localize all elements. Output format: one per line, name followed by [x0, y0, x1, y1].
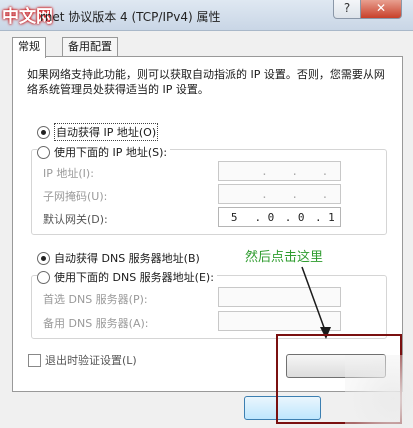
- window-title: rnet 协议版本 4 (TCP/IPv4) 属性: [40, 10, 221, 24]
- annotation-text: 然后点击这里: [245, 250, 324, 265]
- watermark-blur: [345, 355, 413, 428]
- ip-auto-radio[interactable]: 自动获得 IP 地址(O): [37, 123, 159, 141]
- ip-manual-label: 使用下面的 IP 地址(S):: [54, 146, 168, 159]
- annotation-arrow-icon: [301, 266, 331, 339]
- help-icon: ?: [343, 1, 351, 15]
- default-gateway-label: 默认网关(D):: [43, 213, 108, 226]
- checkbox-icon: [28, 353, 41, 367]
- validate-on-exit-checkbox[interactable]: 退出时验证设置(L): [28, 352, 137, 368]
- octet-2: .: [261, 164, 268, 178]
- dns-auto-radio[interactable]: 自动获得 DNS 服务器地址(B): [37, 250, 200, 266]
- octet-2: .: [261, 187, 268, 201]
- ip-auto-label: 自动获得 IP 地址(O): [54, 123, 159, 141]
- octet-3: . 0: [284, 210, 305, 224]
- radio-unselected-icon: [37, 145, 50, 159]
- octet-1: 5: [230, 210, 238, 224]
- close-icon: ✕: [375, 1, 387, 15]
- help-button[interactable]: ?: [333, 0, 361, 19]
- dns-manual-label: 使用下面的 DNS 服务器地址(E):: [54, 271, 214, 284]
- default-gateway-field[interactable]: 5 . 0 . 0 . 1: [218, 207, 341, 227]
- subnet-mask-field[interactable]: ...: [218, 184, 341, 204]
- subnet-mask-label: 子网掩码(U):: [43, 190, 108, 203]
- description-text: 如果网络支持此功能，则可以获取自动指派的 IP 设置。否则，您需要从网络系统管理…: [27, 68, 385, 96]
- octet-4: .: [321, 164, 329, 178]
- radio-unselected-icon: [37, 270, 50, 284]
- validate-on-exit-label: 退出时验证设置(L): [45, 354, 137, 367]
- radio-selected-icon: [37, 251, 50, 265]
- octet-3: .: [291, 187, 298, 201]
- octet-3: .: [291, 164, 298, 178]
- radio-selected-icon: [37, 125, 50, 139]
- octet-2: . 0: [254, 210, 275, 224]
- ip-address-label: IP 地址(I):: [43, 167, 94, 180]
- ip-address-field[interactable]: ...: [218, 161, 341, 181]
- close-button[interactable]: ✕: [360, 0, 402, 19]
- tab-alternate-config[interactable]: 备用配置: [62, 37, 118, 57]
- dns-auto-label: 自动获得 DNS 服务器地址(B): [54, 252, 200, 265]
- dns-manual-radio[interactable]: 使用下面的 DNS 服务器地址(E):: [37, 269, 217, 285]
- tab-general[interactable]: 常规: [12, 37, 46, 58]
- octet-4: . 1: [314, 210, 335, 224]
- alternate-dns-label: 备用 DNS 服务器(A):: [43, 317, 149, 330]
- octet-4: .: [321, 187, 329, 201]
- ip-manual-radio[interactable]: 使用下面的 IP 地址(S):: [37, 144, 171, 160]
- title-bar: 中文网 rnet 协议版本 4 (TCP/IPv4) 属性 ? ✕: [0, 0, 413, 31]
- preferred-dns-label: 首选 DNS 服务器(P):: [43, 293, 148, 306]
